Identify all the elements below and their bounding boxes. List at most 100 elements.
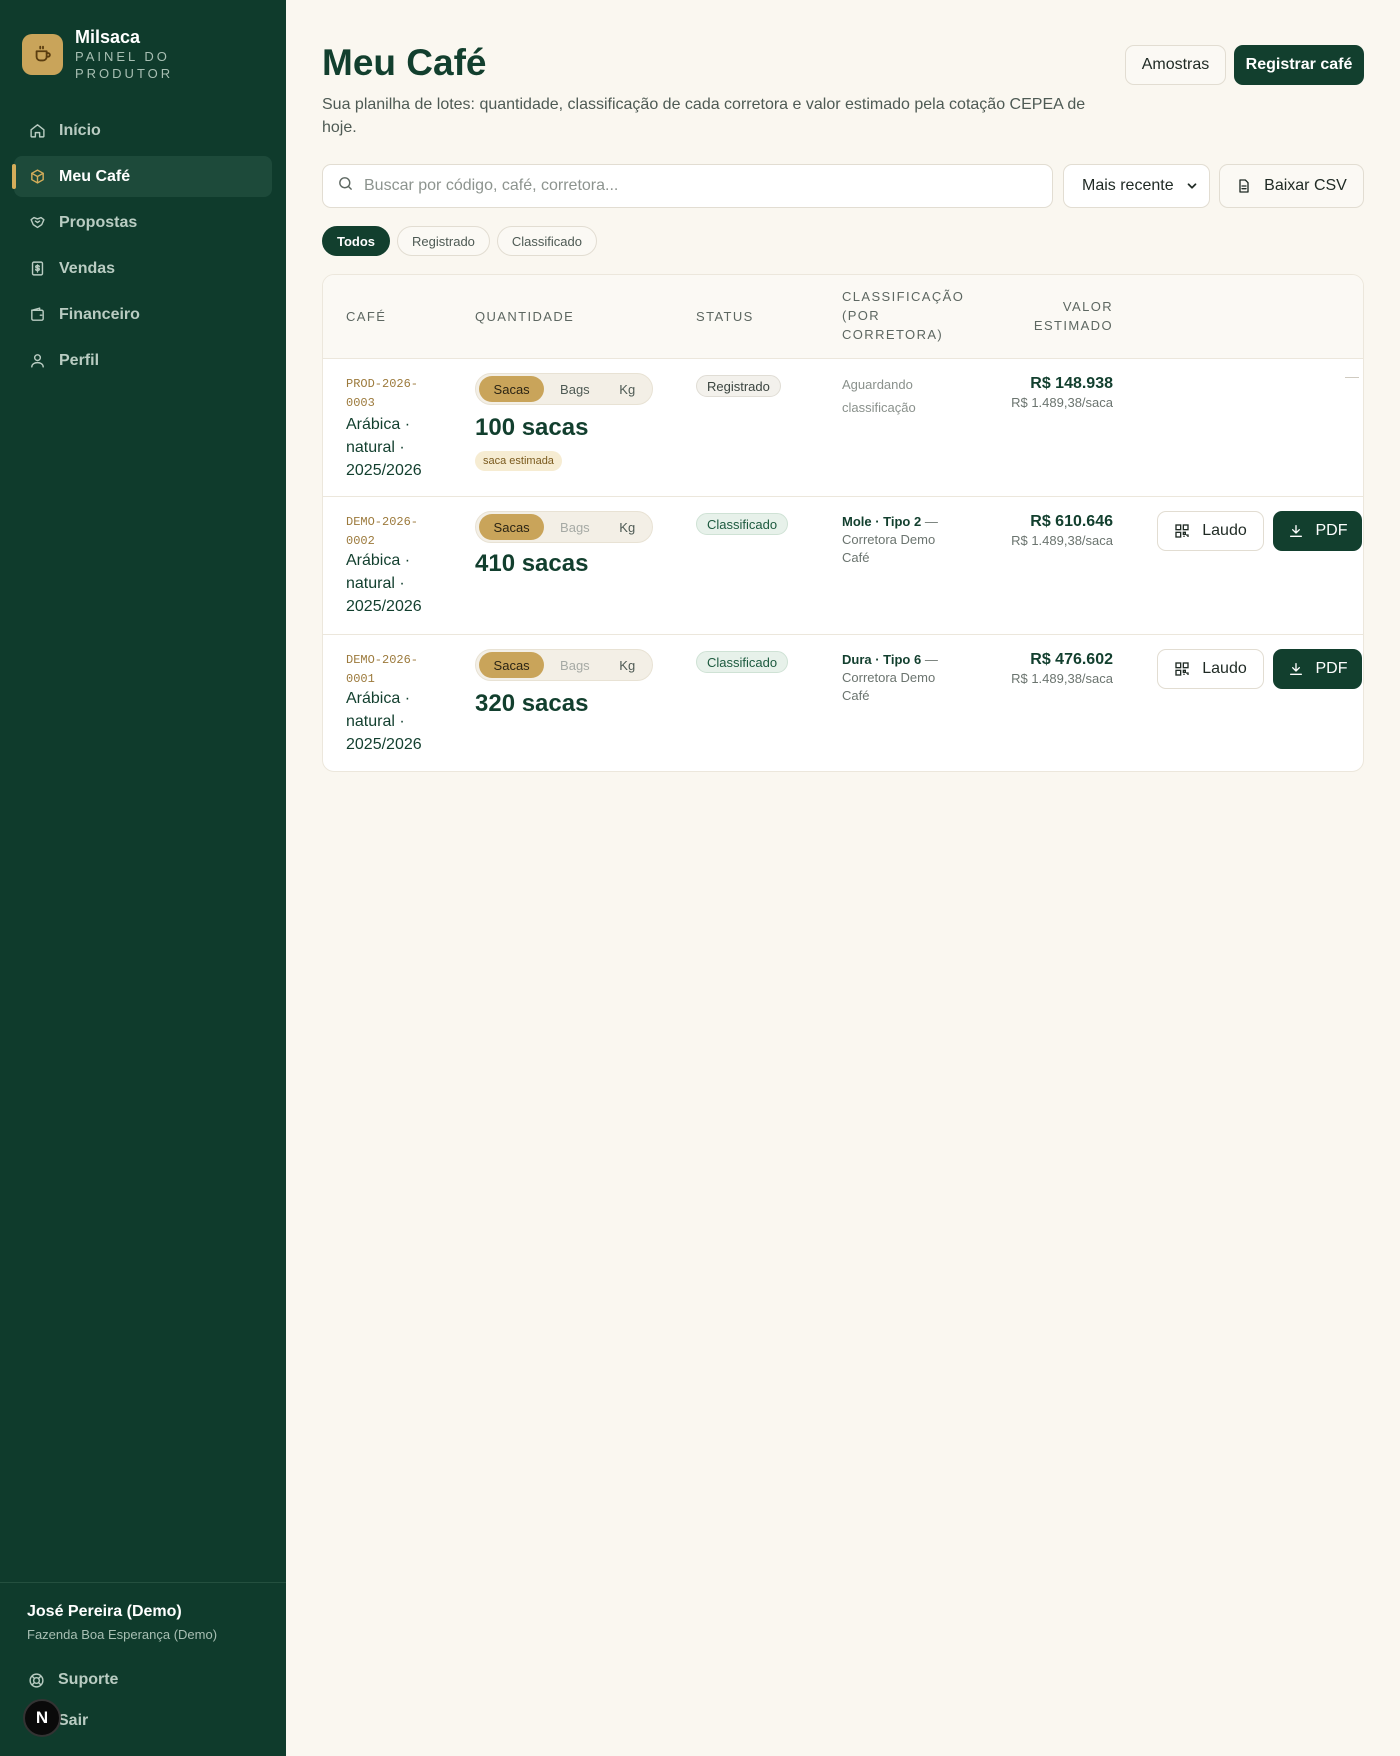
- sidebar-item-label: Financeiro: [59, 305, 140, 323]
- lot-code: DEMO-2026- 0002: [346, 513, 436, 551]
- lots-table: CAFÉ QUANTIDADE STATUS CLASSIFICAÇÃO (PO…: [322, 274, 1364, 772]
- coffee-line: Arábica ·: [346, 690, 411, 707]
- sidebar-item-perfil[interactable]: Perfil: [14, 340, 272, 381]
- sidebar-item-propostas[interactable]: Propostas: [14, 202, 272, 243]
- chevron-down-icon: [1185, 179, 1199, 198]
- unit-option-kg[interactable]: Kg: [606, 652, 649, 678]
- coffee-line: Arábica ·: [346, 416, 411, 433]
- estimated-value: R$ 148.938 R$ 1.489,38/saca: [1011, 375, 1113, 410]
- filter-chip-registrado[interactable]: Registrado: [397, 226, 490, 256]
- classification-text: Aguardando classificação: [842, 373, 962, 419]
- unit-option-bags[interactable]: Bags: [544, 376, 605, 402]
- pdf-label: PDF: [1315, 522, 1348, 539]
- register-coffee-button[interactable]: Registrar café: [1234, 45, 1364, 85]
- filter-chip-classificado[interactable]: Classificado: [496, 226, 597, 256]
- handshake-icon: [28, 214, 46, 232]
- filter-chip-todos[interactable]: Todos: [322, 226, 391, 256]
- brand-name: Milsaca: [75, 27, 141, 47]
- estimated-value: R$ 610.646 R$ 1.489,38/saca: [1011, 513, 1113, 548]
- sidebar-item-meu-cafe[interactable]: Meu Café: [12, 156, 272, 197]
- unit-option-kg[interactable]: Kg: [606, 514, 649, 540]
- unit-option-sacas[interactable]: Sacas: [479, 514, 545, 540]
- lot-code: DEMO-2026- 0001: [346, 651, 436, 689]
- support-link[interactable]: Suporte: [27, 1668, 259, 1692]
- sort-select[interactable]: Mais recente: [1063, 164, 1210, 208]
- sidebar-footer: José Pereira (Demo) Fazenda Boa Esperanç…: [0, 1582, 286, 1737]
- column-header-valor-line: VALOR: [1062, 299, 1113, 314]
- unit-option-bags[interactable]: Bags: [544, 652, 605, 678]
- classification-line: classificação: [842, 400, 916, 415]
- status-badge: Classificado: [696, 513, 789, 535]
- laudo-label: Laudo: [1202, 660, 1247, 677]
- unit-option-sacas[interactable]: Sacas: [479, 376, 545, 402]
- status-filter-chips: Todos Registrado Classificado: [322, 226, 604, 256]
- lot-code: PROD-2026- 0003: [346, 375, 436, 413]
- search-box[interactable]: [322, 164, 1053, 208]
- coffee-description: Arábica · natural · 2025/2026: [346, 413, 446, 482]
- sidebar-item-label: Meu Café: [59, 167, 131, 185]
- table-row: PROD-2026- 0003 Arábica · natural · 2025…: [323, 359, 1363, 497]
- column-header-classificacao-line: (POR: [842, 308, 881, 323]
- coffee-cup-icon: [22, 33, 63, 75]
- download-csv-button[interactable]: Baixar CSV: [1219, 164, 1364, 208]
- unit-switch: Sacas Bags Kg: [475, 511, 653, 543]
- support-label: Suporte: [58, 1671, 119, 1688]
- sidebar-item-financeiro[interactable]: Financeiro: [14, 294, 272, 335]
- user-name: José Pereira (Demo): [27, 1603, 182, 1620]
- pdf-button[interactable]: PDF: [1273, 511, 1362, 551]
- quantity-value: 410 sacas: [475, 550, 589, 577]
- sidebar: Milsaca PAINEL DO PRODUTOR Início Meu Ca…: [0, 0, 286, 1756]
- samples-button[interactable]: Amostras: [1125, 45, 1226, 85]
- estimated-value-total: R$ 610.646: [1030, 513, 1113, 530]
- lot-code-line: DEMO-2026-: [346, 515, 419, 529]
- lot-code-line: 0003: [346, 396, 375, 410]
- column-header-status: STATUS: [696, 309, 754, 324]
- classification-text: Mole · Tipo 2 — Corretora Demo Café: [842, 513, 962, 567]
- coffee-line: natural ·: [346, 575, 405, 592]
- qr-code-icon: [1174, 661, 1190, 677]
- coffee-line: 2025/2026: [346, 598, 422, 615]
- qr-code-icon: [1174, 523, 1190, 539]
- sort-selected-value: Mais recente: [1082, 177, 1174, 194]
- quantity-value: 100 sacas: [475, 414, 589, 441]
- logout-link[interactable]: Sair N: [23, 1699, 259, 1737]
- status-badge: Classificado: [696, 651, 789, 673]
- unit-option-bags[interactable]: Bags: [544, 514, 605, 540]
- lifebuoy-icon: [27, 1671, 45, 1689]
- user-icon: [28, 352, 46, 370]
- classification-grade: Dura · Tipo 6: [842, 652, 922, 667]
- coffee-line: 2025/2026: [346, 736, 422, 753]
- coffee-line: natural ·: [346, 713, 405, 730]
- search-icon: [337, 175, 354, 197]
- unit-switch: Sacas Bags Kg: [475, 649, 653, 681]
- pdf-button[interactable]: PDF: [1273, 649, 1362, 689]
- laudo-label: Laudo: [1202, 522, 1247, 539]
- logout-label: Sair: [58, 1712, 89, 1729]
- classification-line: Aguardando: [842, 377, 913, 392]
- n-badge[interactable]: N: [23, 1699, 61, 1737]
- unit-option-sacas[interactable]: Sacas: [479, 652, 545, 678]
- table-row: DEMO-2026- 0001 Arábica · natural · 2025…: [323, 635, 1363, 771]
- coffee-line: Arábica ·: [346, 552, 411, 569]
- classification-text: Dura · Tipo 6 — Corretora Demo Café: [842, 651, 962, 705]
- column-header-classificacao-line: CLASSIFICAÇÃO: [842, 289, 965, 304]
- unit-option-kg[interactable]: Kg: [606, 376, 649, 402]
- brand[interactable]: Milsaca PAINEL DO PRODUTOR: [22, 26, 185, 82]
- sidebar-item-vendas[interactable]: Vendas: [14, 248, 272, 289]
- pdf-label: PDF: [1315, 660, 1348, 677]
- coffee-description: Arábica · natural · 2025/2026: [346, 549, 446, 618]
- column-header-valor-line: ESTIMADO: [1033, 318, 1113, 333]
- user-farm: Fazenda Boa Esperança (Demo): [27, 1627, 218, 1642]
- download-icon: [1288, 523, 1304, 539]
- sidebar-item-inicio[interactable]: Início: [14, 110, 272, 151]
- quantity-value: 320 sacas: [475, 690, 589, 717]
- laudo-button[interactable]: Laudo: [1157, 511, 1264, 551]
- search-input[interactable]: [364, 177, 1024, 195]
- laudo-button[interactable]: Laudo: [1157, 649, 1264, 689]
- estimated-value-total: R$ 476.602: [1030, 651, 1113, 668]
- estimated-value-total: R$ 148.938: [1030, 375, 1113, 392]
- lot-code-line: PROD-2026-: [346, 377, 419, 391]
- page-description: Sua planilha de lotes: quantidade, class…: [322, 96, 1086, 136]
- coffee-description: Arábica · natural · 2025/2026: [346, 687, 446, 756]
- unit-switch: Sacas Bags Kg: [475, 373, 653, 405]
